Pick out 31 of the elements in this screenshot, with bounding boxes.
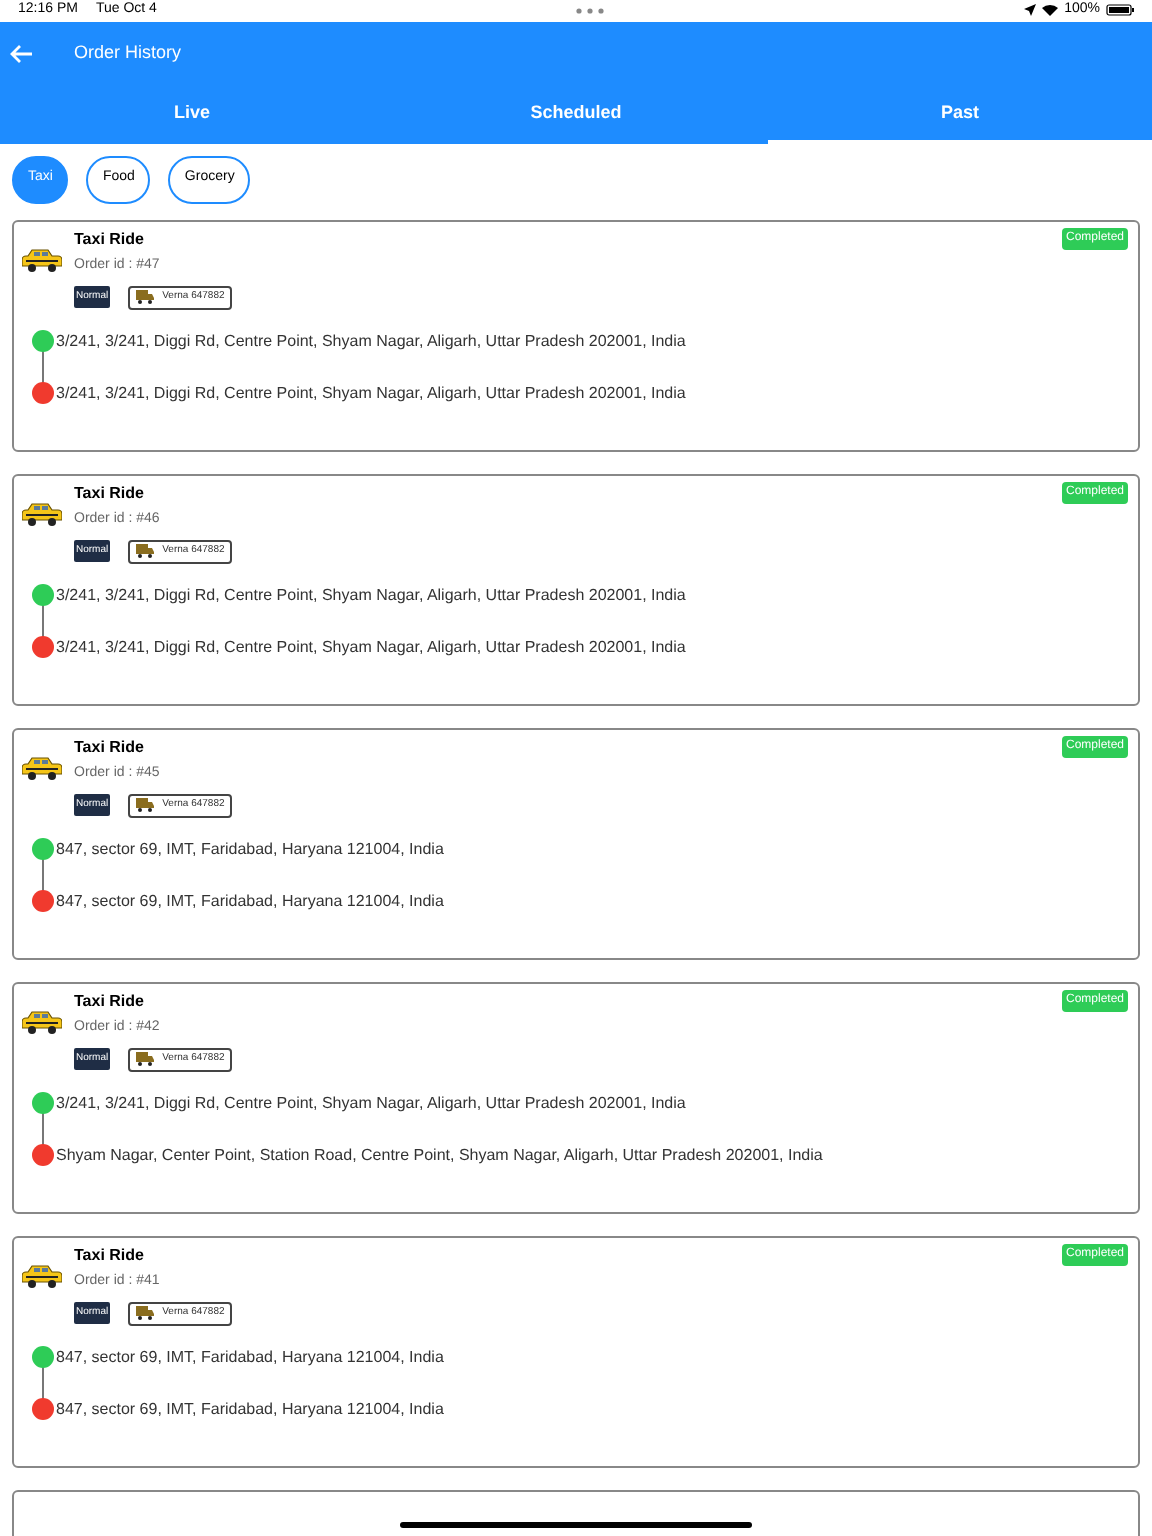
truck-icon: [136, 290, 155, 304]
taxi-icon: [22, 755, 62, 779]
more-dots-icon: [576, 7, 605, 14]
truck-icon: [136, 1052, 155, 1066]
ride-title: Taxi Ride: [74, 227, 146, 251]
ride-title: Taxi Ride: [74, 1243, 146, 1267]
truck-icon: [136, 798, 155, 812]
ride-title: Taxi Ride: [74, 989, 146, 1013]
pickup-address: 847, sector 69, IMT, Faridabad, Haryana 121004, India: [56, 837, 444, 861]
taxi-icon: [22, 1263, 62, 1287]
back-button[interactable]: [10, 42, 34, 66]
drop-address: Shyam Nagar, Center Point, Station Road, Centre Point, Shyam Nagar, Aligarh, Uttar Pradesh 202001, India: [56, 1143, 823, 1167]
truck-icon: [136, 544, 155, 558]
page-title: Order History: [74, 40, 182, 67]
pickup-address: 3/241, 3/241, Diggi Rd, Centre Point, Shyam Nagar, Aligarh, Uttar Pradesh 202001, India: [56, 1091, 686, 1115]
drop-address: 3/241, 3/241, Diggi Rd, Centre Point, Shyam Nagar, Aligarh, Uttar Pradesh 202001, India: [56, 381, 686, 405]
pickup-address: 3/241, 3/241, Diggi Rd, Centre Point, Shyam Nagar, Aligarh, Uttar Pradesh 202001, India: [56, 583, 686, 607]
truck-icon: [136, 1306, 155, 1320]
pickup-address: 847, sector 69, IMT, Faridabad, Haryana 121004, India: [56, 1345, 444, 1369]
ride-title: Taxi Ride: [74, 735, 146, 759]
wifi-icon: [1042, 4, 1059, 17]
drop-address: 3/241, 3/241, Diggi Rd, Centre Point, Shyam Nagar, Aligarh, Uttar Pradesh 202001, India: [56, 635, 686, 659]
taxi-icon: [22, 501, 62, 525]
drop-address: 847, sector 69, IMT, Faridabad, Haryana 121004, India: [56, 1397, 444, 1421]
location-icon: [1024, 4, 1037, 17]
taxi-icon: [22, 1009, 62, 1033]
drop-address: 847, sector 69, IMT, Faridabad, Haryana 121004, India: [56, 889, 444, 913]
pickup-address: 3/241, 3/241, Diggi Rd, Centre Point, Shyam Nagar, Aligarh, Uttar Pradesh 202001, India: [56, 329, 686, 353]
ride-title: Taxi Ride: [74, 481, 146, 505]
battery-icon: [1105, 4, 1134, 17]
taxi-icon: [22, 247, 62, 271]
